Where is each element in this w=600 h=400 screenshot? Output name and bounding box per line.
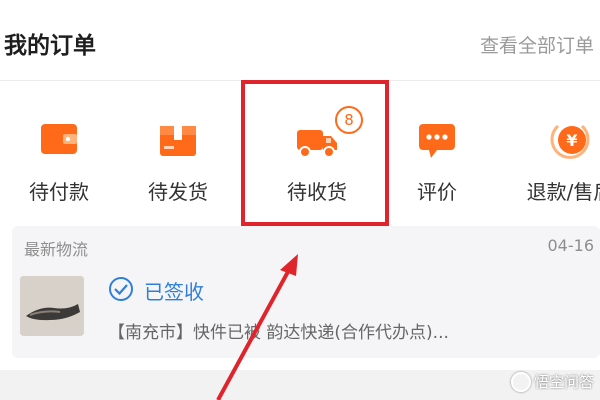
status-review[interactable]: 评价 [382,100,492,210]
status-refund-aftersale[interactable]: ¥ 退款/售后 [510,100,600,210]
comment-bubble-icon [419,124,455,158]
product-thumbnail[interactable] [20,276,84,336]
svg-text:¥: ¥ [566,131,577,150]
orders-card: 我的订单 查看全部订单 待付款 待发货 8 待收货 评价 ¥ 退款/售 最新物流… [0,0,600,370]
status-label: 评价 [417,180,457,204]
status-label: 退款/售后 [526,180,600,204]
status-pending-payment[interactable]: 待付款 [4,100,114,210]
highlight-box [241,80,389,226]
page-title: 我的订单 [4,33,96,59]
check-circle-icon [109,277,133,301]
logistics-title: 最新物流 [24,240,89,259]
watermark-logo-icon [510,372,531,392]
wallet-icon [41,124,77,154]
view-all-orders-link[interactable]: 查看全部订单 [480,31,594,58]
delivery-status: 已签收 [144,280,204,304]
watermark: 悟空问答 [510,371,594,392]
status-label: 待付款 [29,180,89,204]
logistics-date: 04-16 [547,236,595,255]
refund-yen-icon: ¥ [550,124,590,159]
package-box-icon [160,126,196,156]
orders-header: 我的订单 查看全部订单 [0,0,600,82]
logistics-detail: 【南充市】快件已被 韵达快递(合作代办点)... [108,323,449,343]
latest-logistics-panel[interactable]: 最新物流 04-16 已签收 【南充市】快件已被 韵达快递(合作代办点)... [12,226,600,358]
shoe-image-icon [20,276,84,336]
status-pending-shipment[interactable]: 待发货 [123,100,233,210]
watermark-text: 悟空问答 [533,372,594,391]
status-label: 待发货 [148,180,208,204]
